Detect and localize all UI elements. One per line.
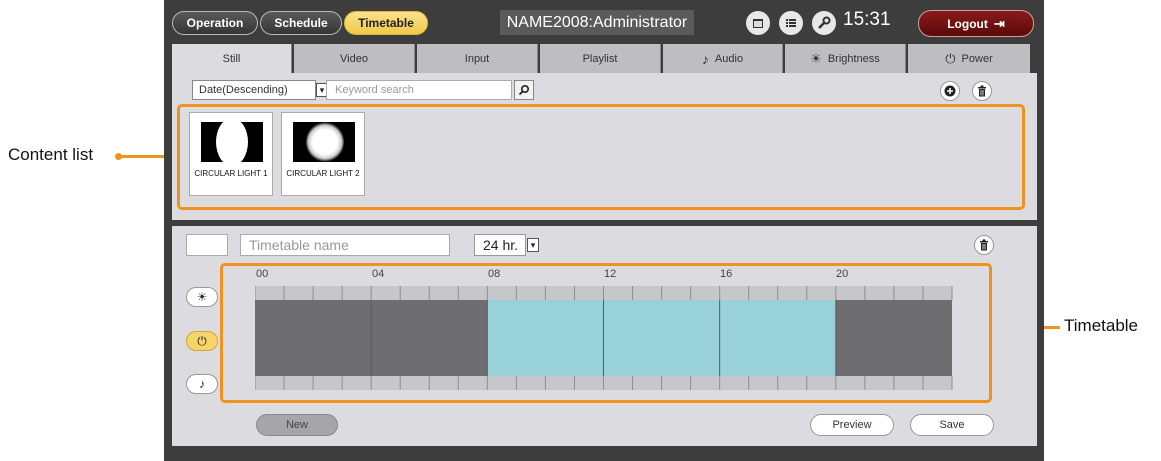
content-item[interactable]: CIRCULAR LIGHT 1 bbox=[189, 112, 273, 196]
audio-row-button[interactable]: ♪ bbox=[186, 374, 218, 394]
power-icon: ⏻ bbox=[945, 50, 956, 66]
tab-input[interactable]: Input bbox=[417, 44, 538, 73]
hour-label: 16 bbox=[720, 268, 733, 280]
search-button[interactable] bbox=[514, 80, 534, 100]
tab-brightness[interactable]: ☀ Brightness bbox=[785, 44, 906, 73]
music-note-icon: ♪ bbox=[701, 50, 709, 67]
tab-label: Power bbox=[961, 52, 993, 65]
power-row-button[interactable]: ⏻ bbox=[186, 331, 218, 351]
content-caption: CIRCULAR LIGHT 1 bbox=[194, 169, 268, 178]
content-list-callout: Content list bbox=[8, 145, 94, 164]
thumbnail-image bbox=[293, 122, 355, 162]
tab-label: Playlist bbox=[582, 52, 618, 65]
hour-label: 08 bbox=[488, 268, 501, 280]
plus-icon bbox=[944, 85, 956, 97]
hour-label: 04 bbox=[372, 268, 385, 280]
list-icon[interactable] bbox=[779, 11, 803, 35]
calendar-icon[interactable] bbox=[746, 11, 770, 35]
content-item[interactable]: CIRCULAR LIGHT 2 bbox=[281, 112, 365, 196]
sun-icon: ☀ bbox=[810, 50, 822, 66]
thumbnail-image bbox=[201, 122, 263, 162]
timetable-callout: Timetable bbox=[1064, 316, 1139, 335]
timetable-grid[interactable] bbox=[255, 286, 955, 390]
tab-still[interactable]: Still bbox=[172, 44, 292, 73]
chevron-down-icon[interactable]: ▾ bbox=[527, 238, 539, 252]
tab-label: Input bbox=[464, 52, 490, 65]
timetable-id-field[interactable] bbox=[186, 234, 228, 256]
preview-button[interactable]: Preview bbox=[810, 414, 894, 436]
schedule-button[interactable]: Schedule bbox=[260, 11, 342, 35]
operation-button[interactable]: Operation bbox=[172, 11, 258, 35]
logout-label: Logout bbox=[947, 16, 988, 31]
tab-playlist[interactable]: Playlist bbox=[540, 44, 661, 73]
search-icon bbox=[518, 84, 530, 96]
content-caption: CIRCULAR LIGHT 2 bbox=[286, 169, 360, 178]
hour-label: 20 bbox=[836, 268, 849, 280]
music-note-icon: ♪ bbox=[199, 377, 205, 391]
sun-icon: ☀ bbox=[196, 290, 208, 304]
power-icon: ⏻ bbox=[197, 333, 207, 348]
new-button[interactable]: New bbox=[256, 414, 338, 436]
trash-icon bbox=[980, 239, 988, 251]
brightness-row-button[interactable]: ☀ bbox=[186, 287, 218, 307]
hour-label: 00 bbox=[256, 268, 269, 280]
logout-icon: ⇥ bbox=[993, 15, 1005, 31]
tab-label: Still bbox=[222, 52, 241, 65]
delete-timetable-button[interactable] bbox=[974, 235, 994, 255]
power-on-segment bbox=[487, 300, 836, 376]
tab-label: Brightness bbox=[827, 52, 880, 65]
tab-audio[interactable]: ♪ Audio bbox=[663, 44, 783, 73]
clock-display: 15:31 bbox=[843, 9, 891, 30]
timetable-button[interactable]: Timetable bbox=[344, 11, 428, 35]
save-button[interactable]: Save bbox=[910, 414, 994, 436]
tab-power[interactable]: ⏻ Power bbox=[908, 44, 1030, 73]
trash-icon bbox=[978, 85, 986, 97]
content-list-callout-dot bbox=[115, 153, 122, 160]
user-display: NAME2008:Administrator bbox=[500, 10, 694, 35]
tab-label: Video bbox=[340, 52, 368, 65]
tab-video[interactable]: Video bbox=[294, 44, 415, 73]
add-button[interactable] bbox=[940, 81, 960, 101]
timetable-name-input[interactable]: Timetable name bbox=[240, 234, 450, 256]
time-format-select[interactable]: 24 hr. bbox=[474, 234, 526, 256]
tab-label: Audio bbox=[714, 52, 744, 65]
delete-content-button[interactable] bbox=[972, 81, 992, 101]
sort-select[interactable]: Date(Descending) bbox=[192, 80, 316, 100]
keyword-search-input[interactable]: Keyword search bbox=[326, 80, 512, 100]
hour-label: 12 bbox=[604, 268, 617, 280]
wrench-icon[interactable] bbox=[812, 11, 836, 35]
logout-button[interactable]: Logout ⇥ bbox=[918, 10, 1034, 37]
